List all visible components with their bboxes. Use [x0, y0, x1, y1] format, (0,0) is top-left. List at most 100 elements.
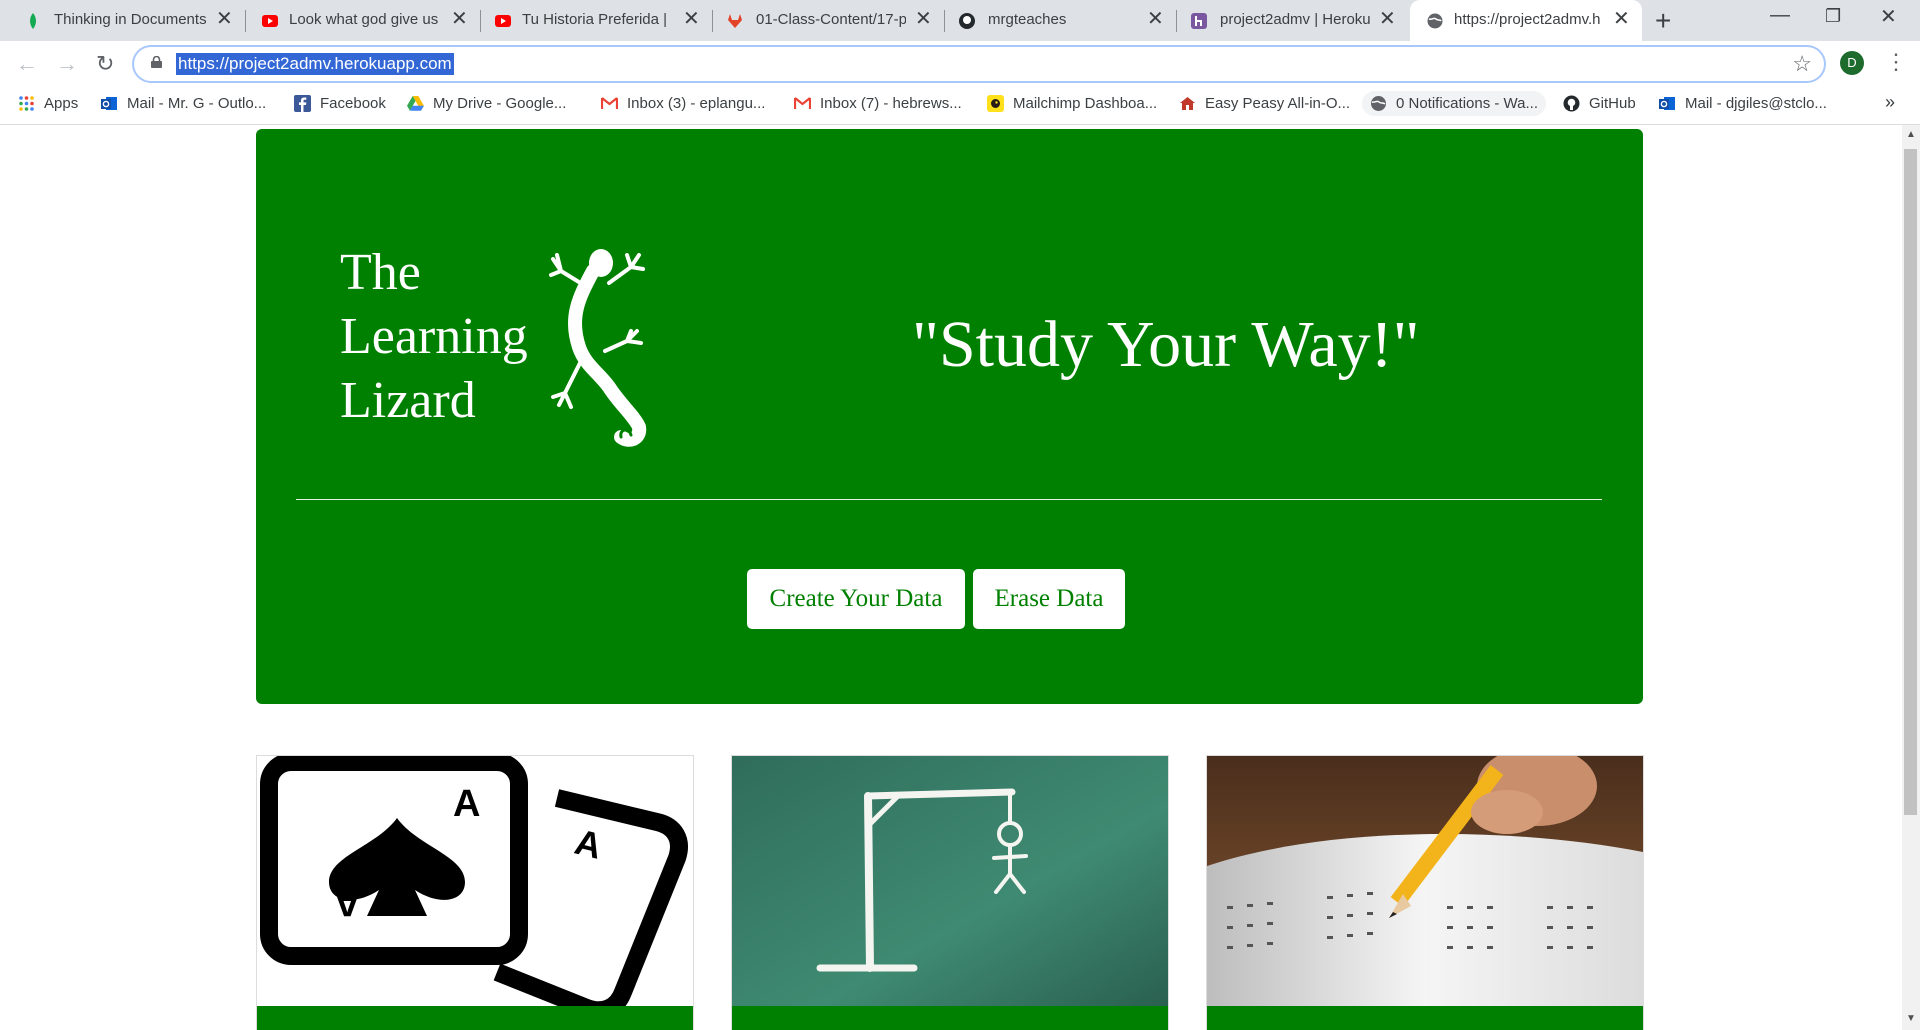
close-icon[interactable]: ✕	[216, 8, 233, 30]
bookmark-inbox-eplangu[interactable]: Inbox (3) - eplangu...	[601, 95, 765, 112]
menu-kebab-icon[interactable]: ⋮	[1885, 49, 1907, 75]
answer-sheet-pencil-image	[1207, 756, 1643, 1006]
bookmark-label: My Drive - Google...	[433, 95, 567, 112]
restore-icon[interactable]: ❐	[1825, 6, 1841, 27]
apps-grid-icon	[19, 96, 34, 111]
hero-divider	[296, 499, 1602, 500]
close-icon[interactable]: ✕	[451, 8, 468, 30]
reload-icon[interactable]: ↻	[96, 51, 114, 77]
tab-title: Tu Historia Preferida | L	[522, 11, 672, 28]
logo-line: Learning	[340, 308, 528, 365]
bookmark-notifications[interactable]: 0 Notifications - Wa...	[1362, 91, 1546, 116]
hero-slogan: "Study Your Way!"	[912, 308, 1420, 381]
url-text[interactable]: https://project2admv.herokuapp.com	[176, 53, 454, 75]
create-your-data-button[interactable]: Create Your Data	[747, 569, 965, 629]
site-logo-text: The Learning Lizard	[340, 241, 528, 433]
facebook-icon	[294, 95, 311, 112]
schoolhouse-icon	[1180, 97, 1195, 110]
scroll-up-arrow-icon[interactable]: ▲	[1906, 129, 1916, 140]
bookmark-label: GitHub	[1589, 95, 1636, 112]
bookmark-label: Inbox (3) - eplangu...	[627, 95, 766, 112]
youtube-icon	[495, 15, 511, 27]
bookmark-inbox-hebrews[interactable]: Inbox (7) - hebrews...	[794, 95, 962, 112]
game-card-quiz[interactable]	[1206, 755, 1644, 1030]
forward-arrow-icon[interactable]: →	[56, 51, 78, 77]
close-icon[interactable]: ✕	[1147, 8, 1164, 30]
tab-title: Thinking in Documents	[54, 11, 207, 28]
bookmark-label: Mail - djgiles@stclo...	[1685, 95, 1827, 112]
tab-thinking-in-documents[interactable]: Thinking in Documents ✕	[0, 0, 245, 41]
tab-project2admv-app[interactable]: https://project2admv.h ✕	[1410, 0, 1642, 41]
google-drive-icon	[407, 96, 424, 111]
close-icon[interactable]: ✕	[1613, 8, 1630, 30]
card-footer	[732, 1006, 1168, 1030]
gmail-icon	[794, 97, 811, 109]
lock-icon	[151, 56, 162, 68]
game-card-flashcards[interactable]: A A A	[256, 755, 694, 1030]
bookmark-label: Facebook	[320, 95, 386, 112]
tab-tu-historia-preferida[interactable]: Tu Historia Preferida | L ✕	[480, 0, 712, 41]
tab-strip: Thinking in Documents ✕ Look what god gi…	[0, 0, 1920, 41]
bookmark-star-icon[interactable]: ☆	[1792, 51, 1812, 77]
card-footer	[1207, 1006, 1643, 1030]
bookmark-apps[interactable]: Apps	[18, 95, 78, 112]
bookmark-label: Inbox (7) - hebrews...	[820, 95, 962, 112]
close-icon[interactable]: ✕	[683, 8, 700, 30]
close-icon[interactable]: ✕	[915, 8, 932, 30]
bookmarks-overflow-chevron[interactable]: »	[1885, 92, 1895, 113]
bookmark-label: Apps	[44, 95, 79, 112]
address-bar[interactable]: https://project2admv.herokuapp.com ☆	[134, 47, 1824, 81]
tab-look-what-god-give-us[interactable]: Look what god give us ✕	[245, 0, 480, 41]
globe-icon	[1371, 96, 1386, 111]
bookmark-facebook[interactable]: Facebook	[294, 95, 386, 112]
logo-line: The	[340, 244, 421, 301]
game-card-hangman[interactable]	[731, 755, 1169, 1030]
tab-title: 01-Class-Content/17-p	[756, 11, 906, 28]
tab-title: https://project2admv.h	[1454, 11, 1601, 28]
bookmark-github[interactable]: GitHub	[1563, 95, 1636, 112]
close-icon[interactable]: ✕	[1379, 8, 1396, 30]
bookmark-label: Mail - Mr. G - Outlo...	[127, 95, 267, 112]
bookmark-label: Easy Peasy All-in-O...	[1205, 95, 1351, 112]
playing-cards-image: A A A	[257, 756, 693, 1006]
bookmark-google-drive[interactable]: My Drive - Google...	[407, 95, 566, 112]
bookmarks-bar: Apps Mail - Mr. G - Outlo... Facebook My…	[0, 86, 1920, 125]
window-close-icon[interactable]: ✕	[1880, 4, 1897, 29]
gmail-icon	[601, 97, 618, 109]
profile-avatar[interactable]: D	[1840, 51, 1864, 75]
page-scrollbar[interactable]: ▲ ▼	[1902, 125, 1920, 1030]
lizard-logo-icon	[549, 249, 647, 447]
tab-class-content[interactable]: 01-Class-Content/17-p ✕	[712, 0, 944, 41]
card-footer	[257, 1006, 693, 1030]
bookmark-outlook-mr-g[interactable]: Mail - Mr. G - Outlo...	[101, 95, 266, 112]
hangman-chalkboard-image	[732, 756, 1168, 1006]
erase-data-button[interactable]: Erase Data	[973, 569, 1125, 629]
scroll-down-arrow-icon[interactable]: ▼	[1906, 1013, 1916, 1024]
bookmark-easy-peasy[interactable]: Easy Peasy All-in-O...	[1179, 95, 1350, 112]
svg-text:A: A	[453, 783, 480, 825]
new-tab-button[interactable]: +	[1655, 5, 1671, 37]
bookmark-label: 0 Notifications - Wa...	[1396, 95, 1538, 112]
tab-title: project2admv | Heroku	[1220, 11, 1370, 28]
browser-toolbar: ← → ↻ https://project2admv.herokuapp.com…	[0, 41, 1920, 86]
scrollbar-thumb[interactable]	[1904, 149, 1917, 815]
tab-title: mrgteaches	[988, 11, 1067, 28]
gitlab-icon	[728, 14, 742, 28]
page-viewport: The Learning Lizard "Study Your Way!" Cr…	[0, 125, 1902, 1030]
logo-line: Lizard	[340, 372, 476, 429]
mongodb-leaf-icon	[30, 13, 36, 29]
tab-mrgteaches[interactable]: mrgteaches ✕	[944, 0, 1176, 41]
tab-project2admv-heroku[interactable]: project2admv | Heroku ✕	[1176, 0, 1408, 41]
outlook-icon	[1659, 97, 1675, 110]
back-arrow-icon[interactable]: ←	[16, 51, 38, 77]
tab-title: Look what god give us	[289, 11, 439, 28]
hero-jumbotron: The Learning Lizard "Study Your Way!" Cr…	[256, 129, 1643, 704]
bookmark-outlook-djgiles[interactable]: Mail - djgiles@stclo...	[1659, 95, 1827, 112]
minimize-icon[interactable]: —	[1770, 4, 1790, 27]
bookmark-mailchimp[interactable]: Mailchimp Dashboa...	[987, 95, 1157, 112]
github-icon	[1563, 95, 1580, 112]
github-icon	[959, 13, 975, 29]
globe-icon	[1427, 13, 1443, 29]
mailchimp-icon	[987, 95, 1004, 112]
youtube-icon	[262, 15, 278, 27]
